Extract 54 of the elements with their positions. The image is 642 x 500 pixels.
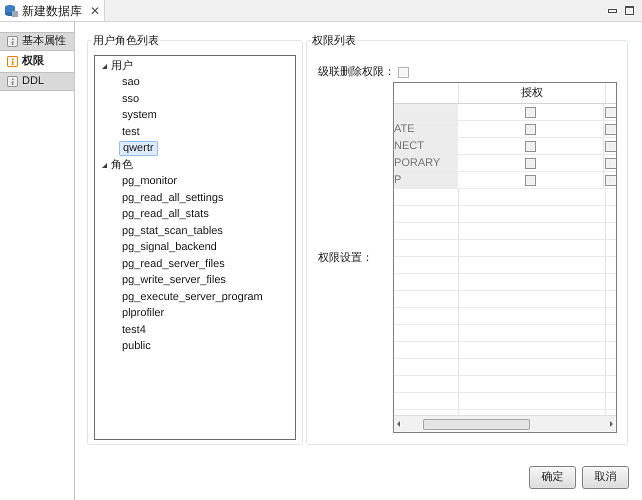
minimize-icon[interactable]	[608, 8, 617, 12]
expander-icon[interactable]	[102, 64, 107, 69]
cascade-label: 级联删除权限：	[318, 65, 395, 80]
tree-item[interactable]: test4	[122, 324, 146, 337]
cascade-checkbox[interactable]	[398, 66, 409, 78]
checkbox[interactable]	[605, 106, 616, 118]
nav-tab[interactable]: DDL	[0, 72, 74, 91]
dialog-button[interactable]: 确定	[529, 466, 576, 489]
checkbox[interactable]	[605, 140, 616, 152]
expander-icon[interactable]	[102, 162, 107, 168]
database-icon	[4, 4, 18, 17]
column-header[interactable]: 授权	[521, 84, 543, 102]
tab-title: 新建数据库	[22, 2, 82, 20]
checkbox[interactable]	[525, 158, 536, 168]
tree-item[interactable]: pg_execute_server_program	[122, 290, 263, 304]
checkbox[interactable]	[605, 124, 616, 134]
tree-item[interactable]: pg_stat_scan_tables	[122, 224, 223, 238]
tree-group[interactable]: 用户	[111, 58, 133, 74]
tree-item[interactable]: pg_write_server_files	[122, 274, 226, 288]
row-header-cell: P	[394, 172, 458, 188]
scroll-thumb[interactable]	[423, 418, 530, 430]
tree-item[interactable]: pg_read_all_stats	[122, 208, 209, 222]
tree-item[interactable]: plprofiler	[122, 307, 164, 320]
tree-group[interactable]: 角色	[111, 157, 133, 174]
info-icon	[7, 36, 18, 47]
row-header-cell: ATE	[394, 121, 458, 137]
dialog-button[interactable]: 取消	[582, 466, 629, 489]
tree-item[interactable]: sao	[122, 76, 140, 90]
maximize-icon[interactable]	[625, 6, 634, 15]
tree-item[interactable]: pg_read_all_settings	[122, 192, 224, 205]
settings-label: 权限设置：	[318, 251, 373, 266]
checkbox[interactable]	[605, 174, 616, 186]
tree-item[interactable]: test	[122, 126, 140, 139]
checkbox[interactable]	[525, 174, 536, 186]
checkbox[interactable]	[525, 140, 536, 152]
checkbox[interactable]	[605, 158, 616, 168]
tree-item[interactable]: pg_signal_backend	[122, 241, 217, 254]
info-icon	[7, 76, 18, 87]
info-icon	[7, 56, 18, 67]
editor-tab[interactable]: 新建数据库 ✕	[0, 0, 105, 21]
tree-item[interactable]: pg_read_server_files	[122, 258, 225, 271]
row-header-cell: NECT	[394, 138, 458, 154]
tree-item[interactable]: system	[122, 109, 157, 122]
tree-item[interactable]: public	[122, 340, 151, 354]
horizontal-scrollbar[interactable]	[394, 415, 616, 432]
tree-item[interactable]: qwertr	[119, 141, 158, 156]
checkbox[interactable]	[525, 106, 536, 118]
tree-item[interactable]: sso	[122, 92, 140, 106]
scroll-left-icon[interactable]	[397, 421, 400, 427]
scroll-right-icon[interactable]	[610, 421, 613, 427]
checkbox[interactable]	[525, 124, 536, 134]
row-header-cell: PORARY	[394, 155, 458, 171]
nav-tab[interactable]: 基本属性	[0, 32, 74, 51]
tree-item[interactable]: pg_monitor	[122, 175, 178, 188]
